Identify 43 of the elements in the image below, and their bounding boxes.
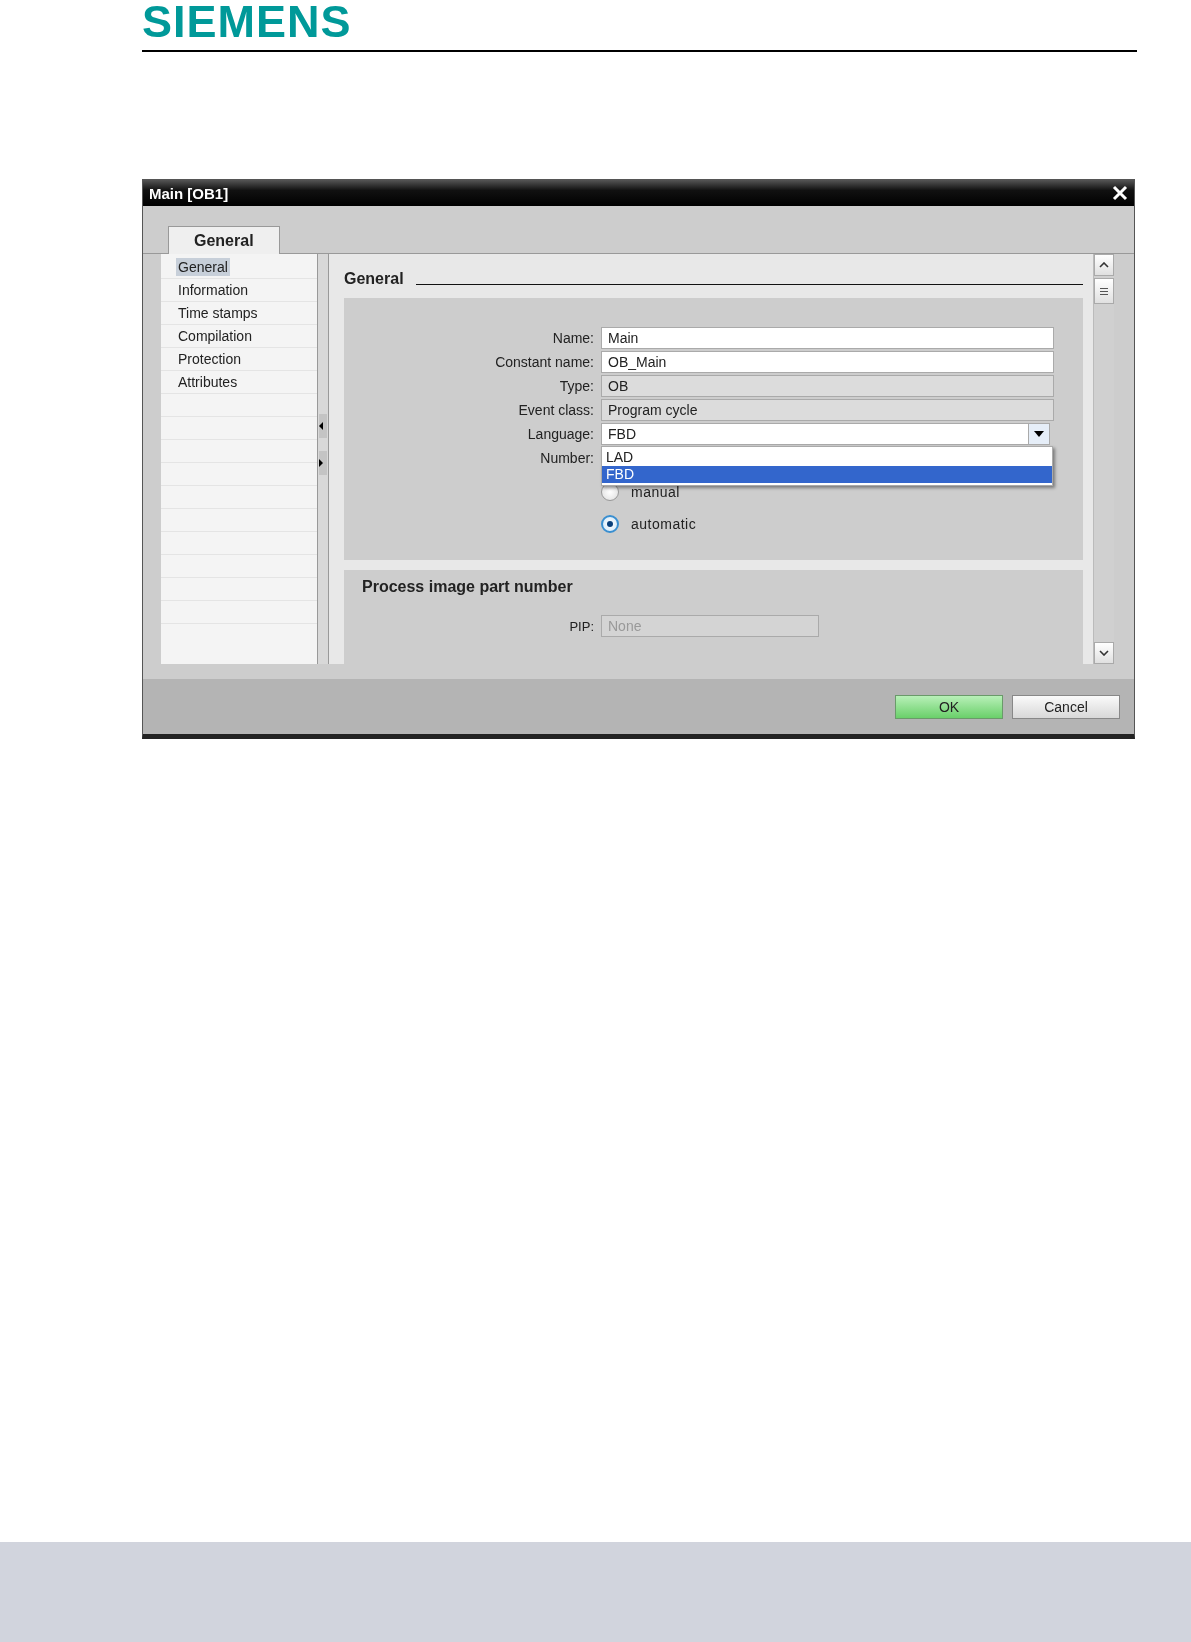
field-label: PIP: xyxy=(568,618,595,634)
collapse-left-button[interactable] xyxy=(319,414,327,438)
dropdown-button[interactable] xyxy=(1028,424,1049,444)
scroll-up-button[interactable] xyxy=(1094,254,1114,276)
radio-label: manual xyxy=(631,484,680,500)
window-title: Main [OB1] xyxy=(149,184,229,202)
scroll-down-button[interactable] xyxy=(1094,642,1114,664)
scrollbar[interactable] xyxy=(1093,254,1114,664)
field-label: Event class: xyxy=(517,402,595,418)
ok-button[interactable]: OK xyxy=(895,694,1003,719)
chevron-up-icon xyxy=(1099,262,1109,268)
field-label: Number: xyxy=(539,450,595,466)
radio-label: automatic xyxy=(631,516,697,532)
chevron-down-icon xyxy=(1099,650,1109,656)
nav-item[interactable]: General xyxy=(176,258,230,276)
brand-logo: SIEMENS xyxy=(142,0,352,44)
field-label: Language: xyxy=(526,426,595,442)
nav-item[interactable]: Compilation xyxy=(176,327,254,345)
field-label: Name: xyxy=(551,330,595,346)
section-title: General xyxy=(344,270,404,288)
section-title: Process image part number xyxy=(362,578,573,596)
caret-icon xyxy=(1034,431,1044,437)
nav-item[interactable]: Time stamps xyxy=(176,304,260,322)
close-icon[interactable] xyxy=(1110,183,1130,203)
nav-item[interactable]: Attributes xyxy=(176,373,240,391)
triangle-left-icon xyxy=(319,422,323,430)
nav-item[interactable]: Protection xyxy=(176,350,244,368)
expand-right-button[interactable] xyxy=(319,451,327,475)
tab[interactable]: General xyxy=(168,226,280,254)
dropdown-option[interactable]: LAD xyxy=(602,449,1052,466)
nav-item[interactable]: Information xyxy=(176,281,251,299)
dropdown-option[interactable]: FBD xyxy=(602,466,1052,483)
triangle-right-icon xyxy=(319,459,323,467)
radio-button[interactable] xyxy=(601,515,619,533)
readonly-field: Program cycle xyxy=(601,399,1054,421)
field-label: Type: xyxy=(558,378,595,394)
readonly-field: OB xyxy=(601,375,1054,397)
input-field[interactable]: OB_Main xyxy=(601,351,1054,373)
scroll-thumb[interactable] xyxy=(1094,278,1114,304)
input-field[interactable]: Main xyxy=(601,327,1054,349)
cancel-button[interactable]: Cancel xyxy=(1012,694,1120,719)
field-label: Constant name: xyxy=(494,354,595,370)
grip-icon xyxy=(1100,287,1108,295)
